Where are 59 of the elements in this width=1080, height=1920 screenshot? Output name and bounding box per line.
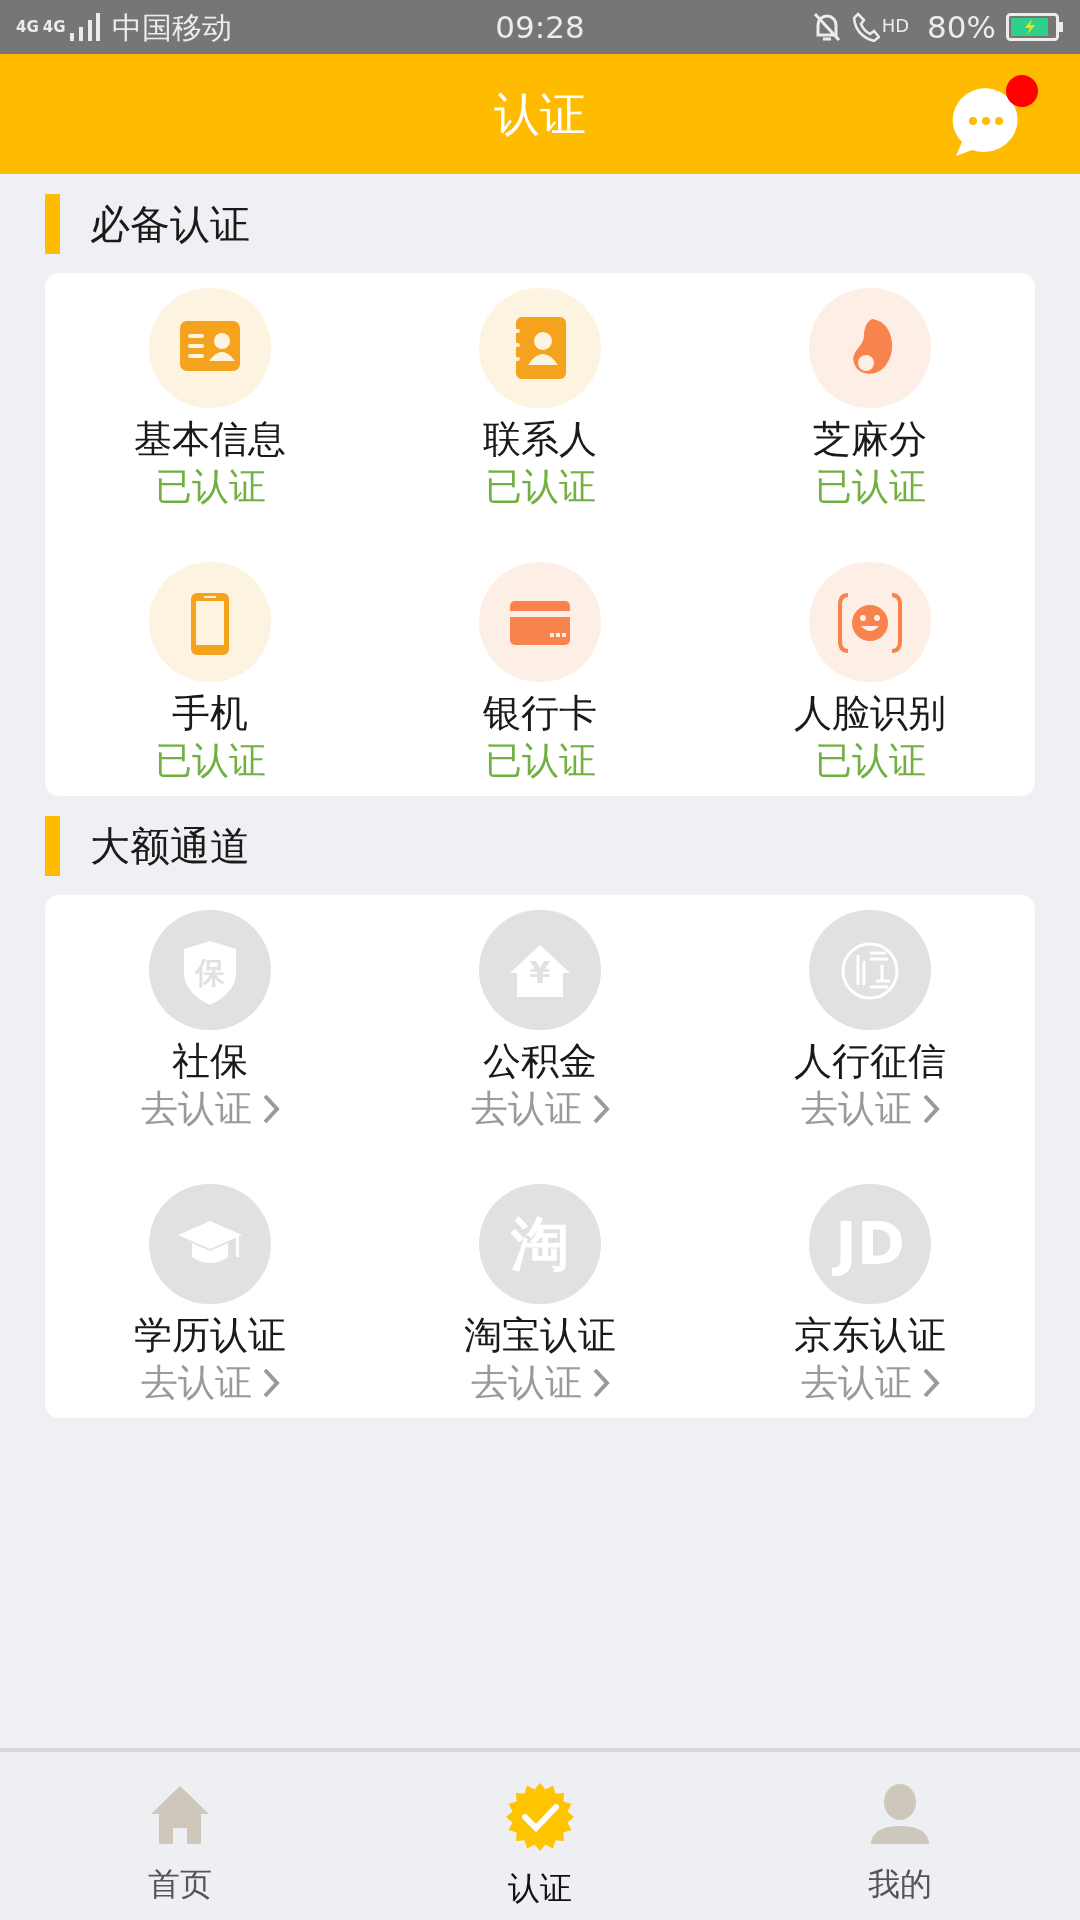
verification-item[interactable]: 基本信息 已认证 xyxy=(45,288,375,512)
item-name: 基本信息 xyxy=(134,416,286,462)
section-title: 必备认证 xyxy=(90,199,250,249)
section-title: 大额通道 xyxy=(90,821,250,871)
verification-item[interactable]: 芝麻分 已认证 xyxy=(705,288,1035,512)
item-name: 社保 xyxy=(172,1038,248,1084)
icon-glyph: ¥ xyxy=(529,958,551,988)
status-text: 去认证 xyxy=(140,1086,252,1132)
status-text: 去认证 xyxy=(470,1360,582,1406)
status-text: 已认证 xyxy=(484,464,596,510)
chevron-right-icon xyxy=(921,1093,940,1125)
status-text: 去认证 xyxy=(140,1360,252,1406)
tab-item[interactable]: 首页 xyxy=(0,1752,360,1920)
battery-text: 80% xyxy=(927,7,996,47)
item-name: 京东认证 xyxy=(794,1312,946,1358)
item-name: 手机 xyxy=(172,690,248,736)
check-badge-icon xyxy=(505,1782,575,1852)
item-name: 公积金 xyxy=(483,1038,597,1084)
phone-icon xyxy=(851,12,880,42)
bell-muted-icon xyxy=(811,11,842,43)
item-name: 人脸识别 xyxy=(794,690,946,736)
network-label: 4G xyxy=(42,19,66,35)
item-name: 联系人 xyxy=(483,416,597,462)
status-text: 去认证 xyxy=(800,1086,912,1132)
verification-item[interactable]: ¥ 公积金 去认证 xyxy=(375,910,705,1134)
item-name: 芝麻分 xyxy=(813,416,927,462)
verification-item[interactable]: 手机 已认证 xyxy=(45,562,375,786)
chevron-right-icon xyxy=(261,1367,280,1399)
item-name: 淘宝认证 xyxy=(464,1312,616,1358)
accent-bar xyxy=(45,815,60,876)
verification-item[interactable]: 人行征信 去认证 xyxy=(705,910,1035,1134)
verification-item[interactable]: 人脸识别 已认证 xyxy=(705,562,1035,786)
status-text: 去认证 xyxy=(800,1360,912,1406)
item-name: 学历认证 xyxy=(134,1312,286,1358)
status-text: 去认证 xyxy=(470,1086,582,1132)
network-label: 4G xyxy=(16,19,39,35)
status-text: 已认证 xyxy=(154,738,266,784)
status-text: 已认证 xyxy=(814,464,926,510)
clock-text: 09:28 xyxy=(494,7,586,47)
carrier-text: 中国移动 xyxy=(111,8,232,47)
battery-icon xyxy=(1006,13,1064,41)
accent-bar xyxy=(45,193,60,254)
item-name: 人行征信 xyxy=(794,1038,946,1084)
chevron-right-icon xyxy=(591,1093,610,1125)
hd-label: HD xyxy=(881,13,910,38)
status-text: 已认证 xyxy=(814,738,926,784)
tab-item[interactable]: 认证 xyxy=(360,1752,720,1920)
page-title: 认证 xyxy=(494,85,586,143)
chevron-right-icon xyxy=(261,1093,280,1125)
verification-item[interactable]: 银行卡 已认证 xyxy=(375,562,705,786)
item-name: 银行卡 xyxy=(483,690,597,736)
chevron-right-icon xyxy=(921,1367,940,1399)
status-text: 已认证 xyxy=(484,738,596,784)
chevron-right-icon xyxy=(591,1367,610,1399)
status-text: 已认证 xyxy=(154,464,266,510)
signal-icon xyxy=(69,13,100,41)
verification-item[interactable]: 学历认证 去认证 xyxy=(45,1184,375,1408)
verification-item[interactable]: 联系人 已认证 xyxy=(375,288,705,512)
tab-item[interactable]: 我的 xyxy=(720,1752,1080,1920)
